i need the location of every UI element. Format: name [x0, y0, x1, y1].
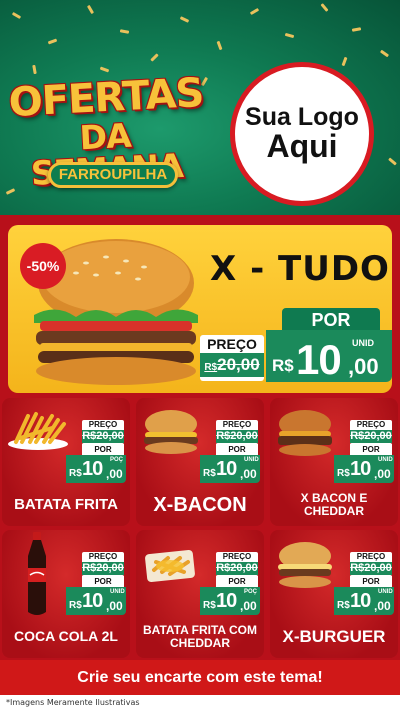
product-card-x-bacon[interactable]: PREÇO R$20,00 POR R$ 10 UNID ,00 X-BACON — [136, 398, 264, 526]
price-tag: R$ 10 POÇ ,00 — [200, 587, 260, 615]
product-card-coca-cola[interactable]: PREÇO R$20,00 POR R$ 10 UNID ,00 COCA CO… — [2, 530, 130, 658]
cta-banner[interactable]: Crie seu encarte com este tema! — [0, 660, 400, 695]
logo-text-line1: Sua Logo — [245, 103, 359, 132]
featured-old-price-tag: PREÇO R$20,00 — [200, 335, 264, 381]
product-name: X BACON E CHEDDAR — [300, 490, 368, 518]
city-badge: FARROUPILHA — [48, 162, 178, 188]
fries-icon — [140, 540, 200, 591]
old-price-tag: PREÇO R$20,00 — [216, 552, 258, 576]
product-name: BATATA FRITA COM CHEDDAR — [143, 622, 257, 650]
por-label: POR — [82, 576, 124, 587]
logo-text-line2: Aqui — [266, 128, 338, 165]
featured-unit: UNID — [352, 338, 374, 348]
burger-icon — [274, 408, 336, 463]
product-name: X-BACON — [153, 494, 247, 516]
por-label: POR — [82, 444, 124, 455]
cta-text: Crie seu encarte com este tema! — [77, 668, 323, 686]
old-price-tag: PREÇO R$20,00 — [82, 420, 124, 444]
featured-price-cents: ,00 — [348, 354, 379, 379]
product-name: X-BURGUER — [282, 626, 386, 646]
featured-por-label: POR — [282, 308, 380, 332]
featured-price-int: 10 — [296, 336, 342, 383]
por-label: POR — [216, 444, 258, 455]
featured-preco-label: PREÇO — [207, 336, 257, 352]
featured-currency: R$ — [272, 356, 294, 375]
price-tag: R$ 10 UNID ,00 — [200, 455, 260, 483]
product-name: COCA COLA 2L — [14, 628, 118, 645]
burger-icon — [140, 408, 202, 461]
old-price-tag: PREÇO R$20,00 — [82, 552, 124, 576]
old-price-tag: PREÇO R$20,00 — [350, 552, 392, 576]
por-label: POR — [216, 576, 258, 587]
header-banner: OFERTAS DA SEMANA FARROUPILHA Sua Logo A… — [0, 0, 400, 215]
featured-product-name: X - TUDO — [210, 249, 390, 289]
fries-icon — [6, 408, 70, 457]
discount-badge: -50% — [20, 243, 66, 289]
product-card-x-bacon-cheddar[interactable]: PREÇO R$20,00 POR R$ 10 UNID ,00 X BACON… — [270, 398, 398, 526]
product-card-x-burguer[interactable]: PREÇO R$20,00 POR R$ 10 UNID ,00 X-BURGU… — [270, 530, 398, 658]
featured-old-price: R$20,00 — [200, 353, 264, 377]
old-price-tag: PREÇO R$20,00 — [350, 420, 392, 444]
burger-icon — [274, 540, 336, 595]
logo-placeholder[interactable]: Sua Logo Aqui — [230, 62, 374, 206]
soda-bottle-icon — [20, 532, 54, 623]
price-tag: R$ 10 UNID ,00 — [334, 455, 394, 483]
featured-price-tag: R$ 10 UNID ,00 — [266, 330, 392, 383]
price-tag: R$ 10 UNID ,00 — [334, 587, 394, 615]
por-label: POR — [350, 444, 392, 455]
disclaimer-text: *Imagens Meramente Ilustrativas — [6, 698, 140, 707]
product-card-batata-frita[interactable]: PREÇO R$20,00 POR R$ 10 POÇ ,00 BATATA F… — [2, 398, 130, 526]
old-price-tag: PREÇO R$20,00 — [216, 420, 258, 444]
product-card-batata-cheddar[interactable]: PREÇO R$20,00 POR R$ 10 POÇ ,00 BATATA F… — [136, 530, 264, 658]
price-tag: R$ 10 POÇ ,00 — [66, 455, 126, 483]
offers-title: OFERTAS DA SEMANA FARROUPILHA — [8, 70, 205, 198]
price-tag: R$ 10 UNID ,00 — [66, 587, 126, 615]
por-label: POR — [350, 576, 392, 587]
product-name: BATATA FRITA — [14, 495, 118, 513]
